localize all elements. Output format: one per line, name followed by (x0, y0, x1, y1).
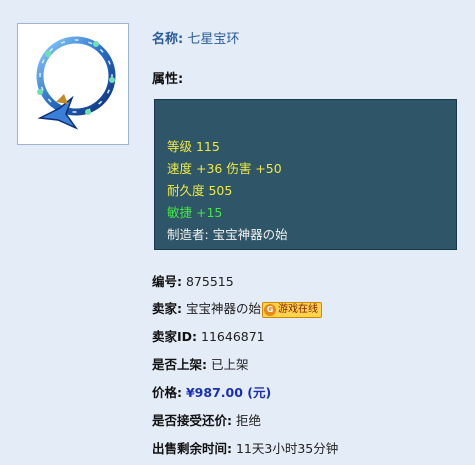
seller-id-row: 卖家ID: 11646871 (152, 326, 265, 345)
counter-offer-row: 是否接受还价: 拒绝 (152, 410, 261, 429)
online-badge[interactable]: G 游戏在线 (262, 301, 322, 318)
price-row: 价格: ¥987.00 (元) (152, 382, 271, 401)
item-name-row: 名称: 七星宝环 (152, 28, 239, 47)
listed-row: 是否上架: 已上架 (152, 354, 249, 373)
counter-offer-label: 是否接受还价: (152, 413, 232, 428)
attribute-speed-damage: 速度 +36 伤害 +50 (167, 161, 282, 176)
attribute-durability: 耐久度 505 (167, 183, 233, 198)
listed-label: 是否上架: (152, 357, 207, 372)
item-name-label: 名称: (152, 32, 184, 47)
seller-id-label: 卖家ID: (152, 329, 198, 344)
item-id-value: 875515 (185, 274, 234, 289)
item-id-label: 编号: (152, 274, 182, 289)
item-id-row: 编号: 875515 (152, 271, 234, 290)
attributes-panel: 等级 115 速度 +36 伤害 +50 耐久度 505 敏捷 +15 制造者:… (154, 99, 457, 250)
attribute-level: 等级 115 (167, 139, 220, 154)
attributes-label: 属性: (152, 72, 184, 87)
attribute-maker: 制造者: 宝宝神器の始 (167, 227, 288, 242)
time-remaining-label: 出售剩余时间: (152, 441, 232, 456)
counter-offer-value: 拒绝 (235, 413, 261, 428)
seller-label: 卖家: (152, 301, 182, 316)
price-label: 价格: (152, 385, 182, 400)
time-remaining-value: 11天3小时35分钟 (235, 441, 339, 456)
seller-id-value: 11646871 (201, 329, 265, 344)
price-value: ¥987.00 (元) (185, 385, 272, 400)
item-image-frame (17, 23, 129, 145)
game-online-icon: G (264, 303, 276, 316)
listed-value: 已上架 (210, 357, 249, 372)
seller-name[interactable]: 宝宝神器の始 (186, 301, 261, 316)
online-badge-text: 游戏在线 (278, 303, 318, 315)
attribute-agility: 敏捷 +15 (167, 205, 223, 220)
time-remaining-row: 出售剩余时间: 11天3小时35分钟 (152, 438, 338, 457)
seller-row: 卖家: 宝宝神器の始 G 游戏在线 (152, 298, 322, 318)
item-name: 七星宝环 (187, 32, 240, 47)
ring-icon (36, 36, 116, 130)
